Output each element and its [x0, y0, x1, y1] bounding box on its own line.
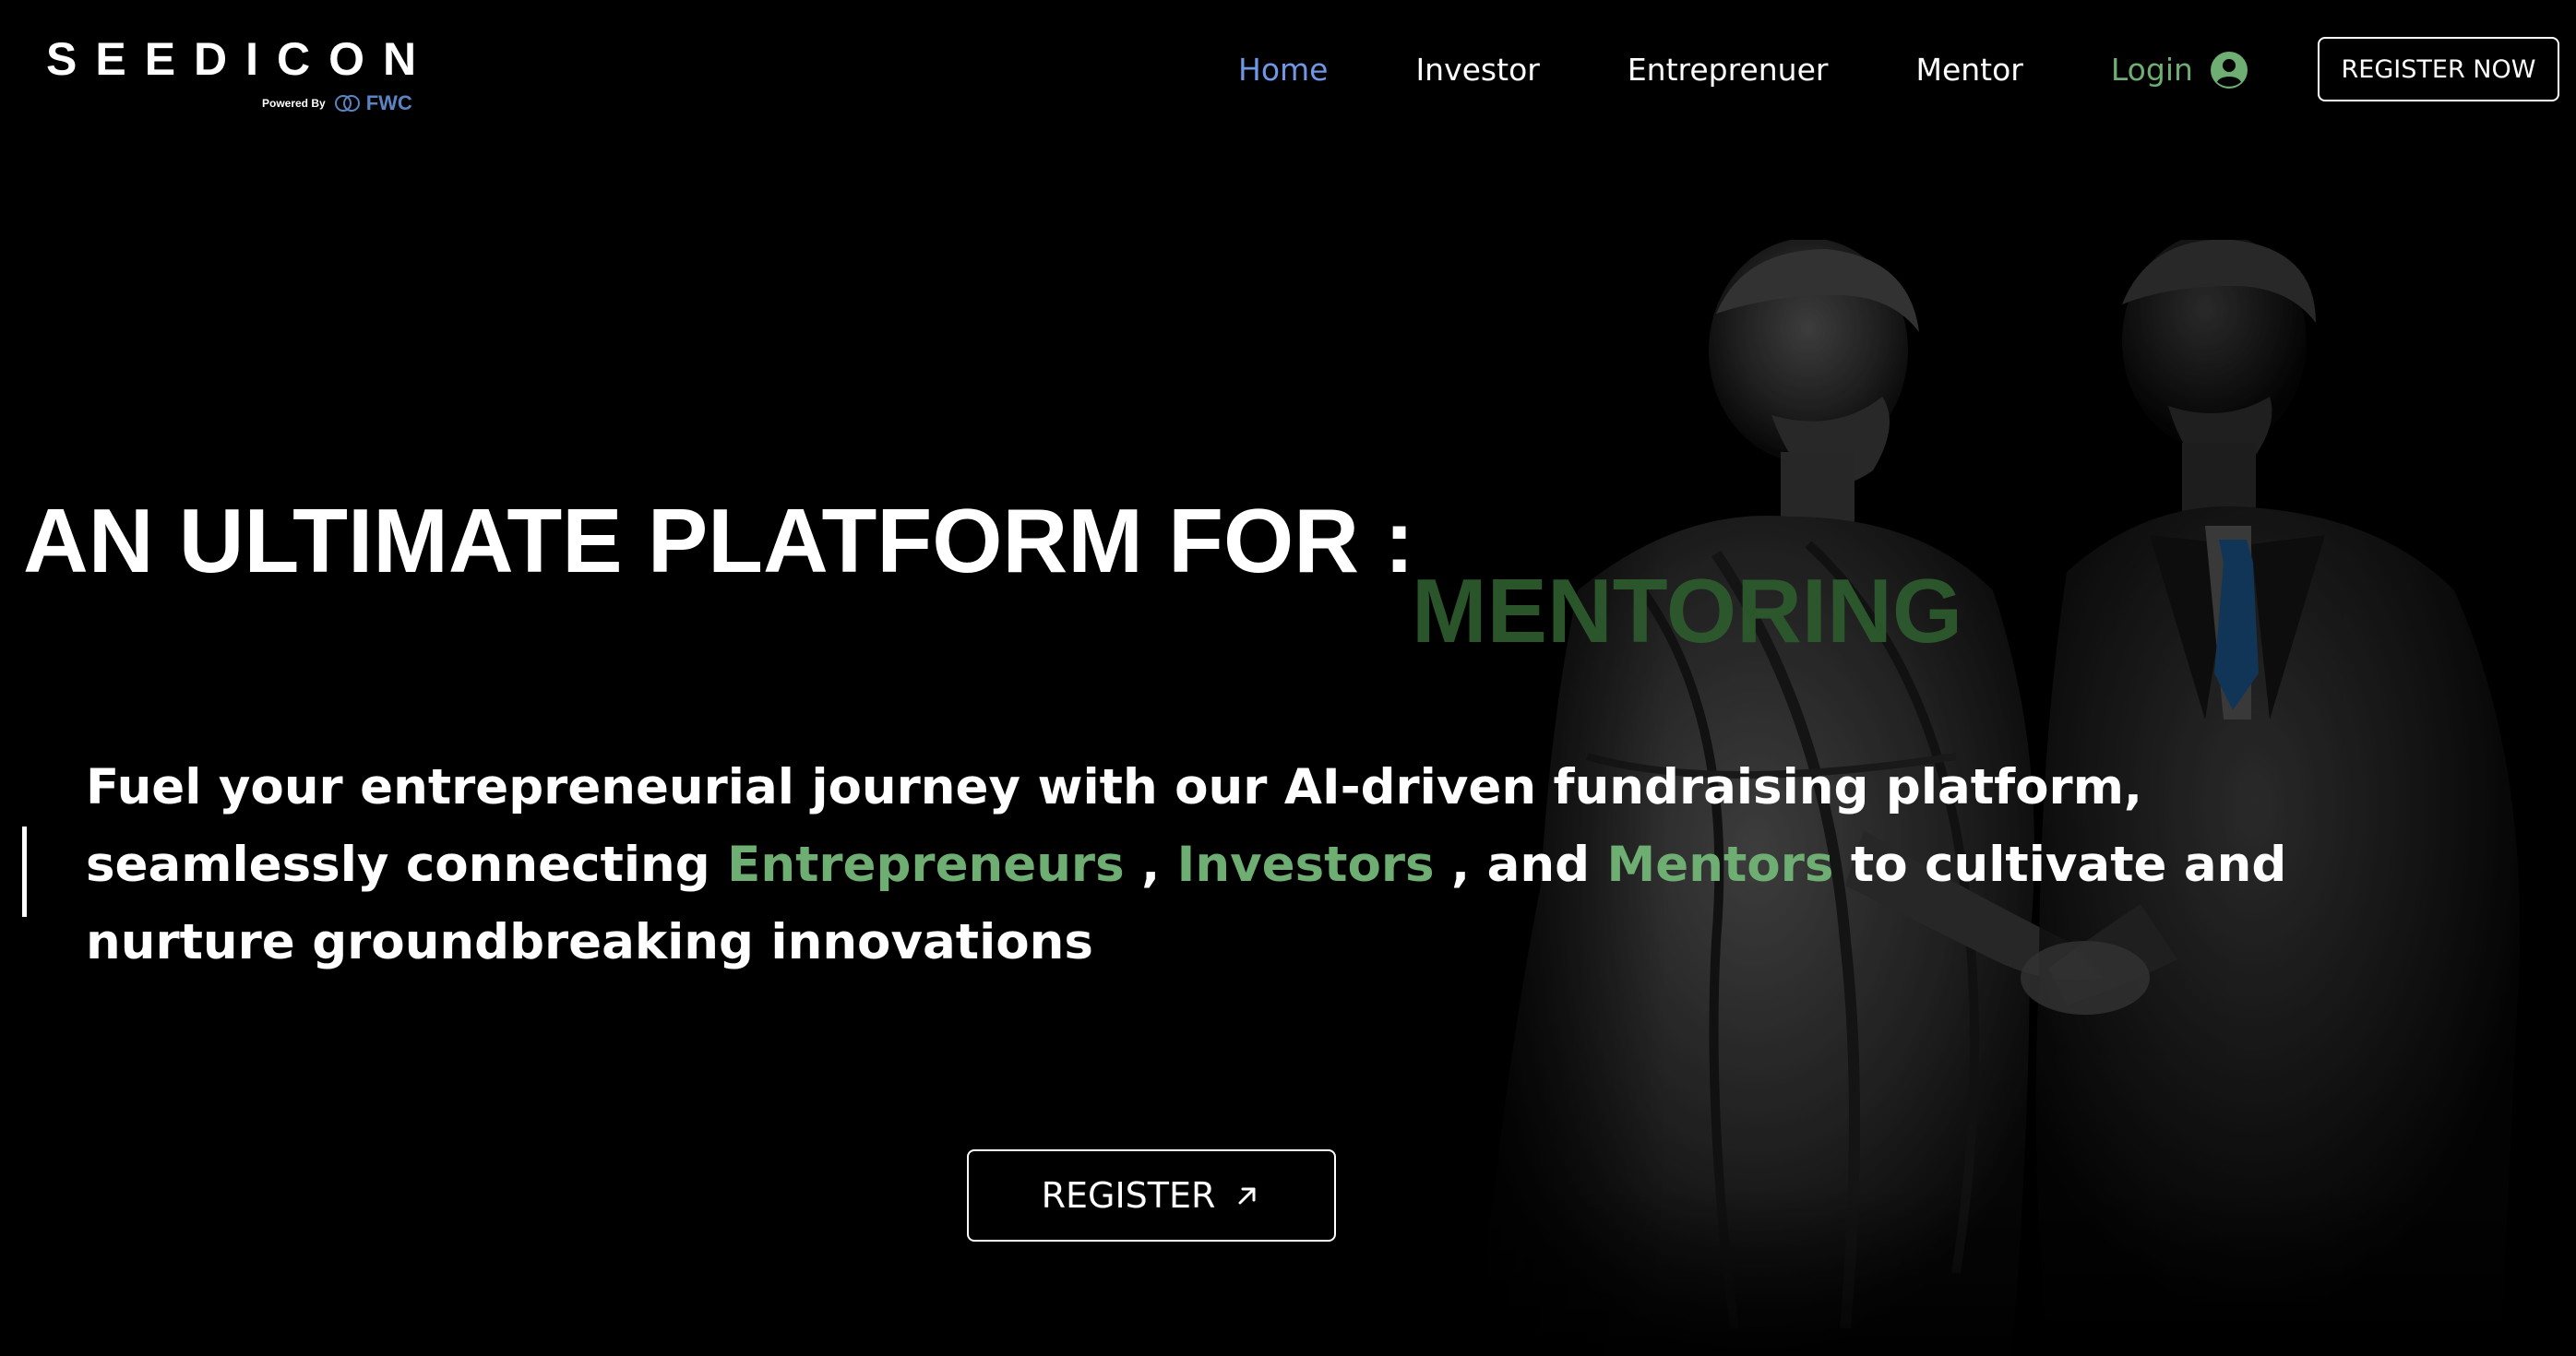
login-label: Login [2110, 52, 2193, 88]
register-now-button[interactable]: REGISTER NOW [2318, 37, 2559, 101]
highlight-investors: Investors [1176, 837, 1435, 893]
user-circle-icon [2210, 52, 2248, 89]
highlight-mentors: Mentors [1606, 837, 1834, 893]
hero-description: Fuel your entrepreneurial journey with o… [86, 749, 2374, 981]
register-button[interactable]: REGISTER [967, 1149, 1336, 1242]
nav-home[interactable]: Home [1238, 44, 1328, 96]
arrow-up-right-icon [1238, 1187, 1256, 1205]
brand-name: SEEDICON [46, 33, 435, 85]
nav-mentor[interactable]: Mentor [1915, 44, 2022, 96]
nav-investor[interactable]: Investor [1415, 44, 1539, 96]
highlight-entrepreneurs: Entrepreneurs [727, 837, 1125, 893]
hero-rotating-word: MENTORING [1412, 560, 1963, 661]
nav-entrepreneur[interactable]: Entreprenuer [1628, 44, 1829, 96]
powered-by-label: Powered By [262, 97, 326, 110]
hero-headline: AN ULTIMATE PLATFORM FOR : [23, 490, 1414, 591]
powered-by: Powered By FWC [262, 91, 412, 115]
register-label: REGISTER [1041, 1175, 1216, 1216]
description-separator: , and [1434, 837, 1607, 893]
main-nav: Home Investor Entreprenuer Mentor Login [1218, 44, 2248, 96]
login-link[interactable]: Login [2111, 44, 2248, 96]
description-separator: , [1124, 837, 1177, 893]
fwc-rings-icon [334, 95, 360, 112]
landing-page: SEEDICON Powered By FWC Home Investor En… [0, 0, 2576, 1356]
brand-logo[interactable]: SEEDICON Powered By FWC [46, 33, 424, 116]
description-accent-bar [22, 827, 27, 917]
partner-name: FWC [365, 91, 412, 114]
